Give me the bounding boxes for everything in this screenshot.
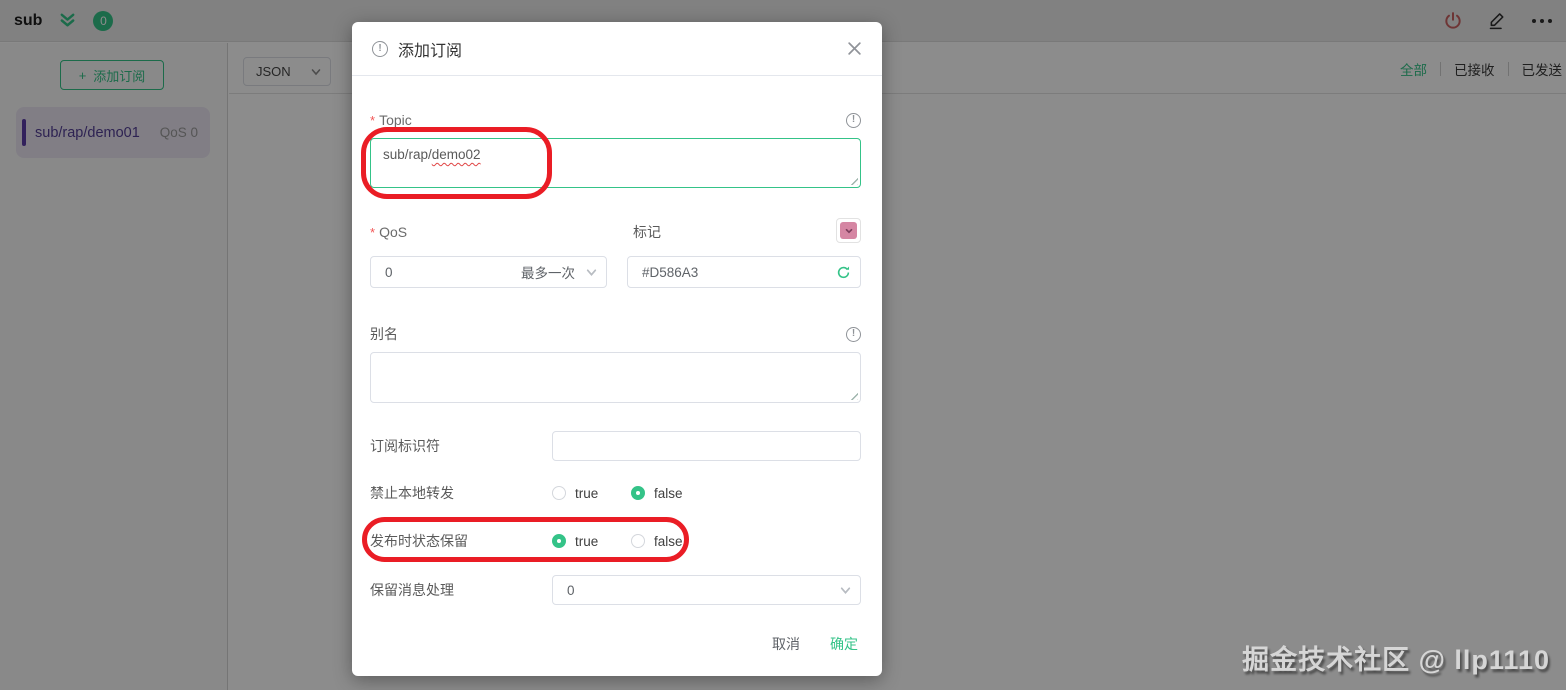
retain-handling-row: 保留消息处理 0 (370, 575, 861, 605)
resize-handle-icon[interactable] (848, 175, 858, 185)
qos-value: 0 (385, 264, 393, 280)
chevron-down-icon (845, 228, 852, 233)
chevron-down-icon (586, 268, 597, 276)
no-local-false-label: false (654, 485, 683, 501)
no-local-true-option[interactable]: true (552, 486, 598, 501)
retain-handling-select[interactable]: 0 (552, 575, 861, 605)
retain-handling-value: 0 (567, 582, 575, 598)
no-local-row: 禁止本地转发 true false (370, 483, 861, 503)
close-icon[interactable] (847, 41, 862, 56)
color-picker-button[interactable] (836, 218, 861, 243)
retain-as-published-false-label: false (654, 533, 683, 549)
no-local-false-option[interactable]: false (631, 486, 683, 501)
resize-handle-icon[interactable] (848, 390, 858, 400)
alias-textarea[interactable] (370, 352, 861, 403)
color-swatch (840, 222, 857, 239)
topic-value-typo: demo02 (431, 147, 481, 162)
tag-color-value: #D586A3 (642, 264, 699, 280)
radio-unchecked-icon[interactable] (552, 486, 566, 500)
subscription-identifier-label: 订阅标识符 (370, 438, 440, 454)
subscription-identifier-input[interactable] (552, 431, 861, 461)
radio-checked-icon[interactable] (631, 486, 645, 500)
qos-select[interactable]: 0 最多一次 (370, 256, 607, 288)
alias-label: 别名 (370, 326, 398, 342)
no-local-true-label: true (575, 485, 599, 501)
topic-info-icon[interactable] (846, 112, 861, 128)
topic-label-row: * Topic (370, 110, 861, 130)
no-local-label: 禁止本地转发 (370, 485, 454, 501)
retain-as-published-true-label: true (575, 533, 599, 549)
refresh-icon[interactable] (836, 265, 851, 280)
radio-unchecked-icon[interactable] (631, 534, 645, 548)
info-circle-icon (372, 40, 388, 57)
dialog-title: 添加订阅 (398, 42, 463, 60)
qos-description: 最多一次 (521, 266, 575, 281)
tag-label: 标记 (633, 224, 661, 240)
confirm-button[interactable]: 确定 (830, 634, 858, 654)
add-subscription-dialog: 添加订阅 * Topic sub/rap/demo02 * QoS 标记 0 最… (352, 22, 882, 676)
retain-as-published-false-option[interactable]: false (631, 534, 683, 549)
radio-checked-icon[interactable] (552, 534, 566, 548)
dialog-header: 添加订阅 (352, 22, 882, 76)
alias-label-row: 别名 (370, 324, 861, 344)
required-asterisk: * (370, 112, 376, 128)
qos-label: QoS (379, 224, 408, 240)
cancel-button[interactable]: 取消 (772, 634, 800, 654)
chevron-down-icon (840, 586, 851, 594)
tag-color-input[interactable]: #D586A3 (627, 256, 861, 288)
retain-as-published-true-option[interactable]: true (552, 534, 598, 549)
alias-info-icon[interactable] (846, 326, 861, 342)
topic-textarea[interactable]: sub/rap/demo02 (370, 138, 861, 188)
retain-as-published-row: 发布时状态保留 true false (370, 531, 861, 551)
qos-tag-label-row: * QoS 标记 (370, 222, 861, 242)
topic-label: Topic (379, 112, 412, 128)
topic-value-prefix: sub/rap/ (383, 147, 432, 162)
retain-handling-label: 保留消息处理 (370, 582, 454, 598)
subscription-identifier-row: 订阅标识符 (370, 431, 861, 461)
required-asterisk: * (370, 224, 376, 240)
retain-as-published-label: 发布时状态保留 (370, 533, 468, 549)
dialog-footer: 取消 确定 (772, 634, 858, 654)
